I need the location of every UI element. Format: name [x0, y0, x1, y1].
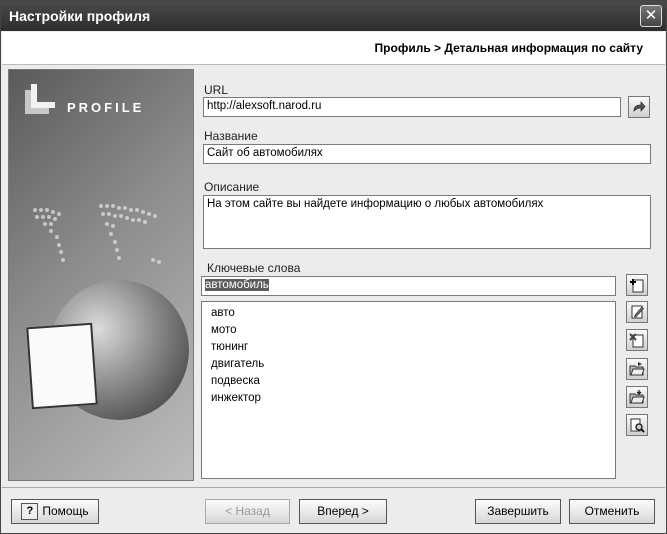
help-icon: ?	[21, 503, 39, 521]
finish-button[interactable]: Завершить	[475, 499, 561, 524]
save-keywords-button[interactable]	[626, 386, 648, 408]
list-item[interactable]: авто	[202, 305, 615, 322]
add-keyword-icon	[630, 279, 644, 293]
breadcrumb: Профиль > Детальная информация по сайту	[374, 41, 643, 55]
title-bar[interactable]: Настройки профиля ✕	[1, 1, 666, 31]
delete-keyword-icon	[629, 333, 644, 348]
keyword-input[interactable]: автомобиль	[201, 276, 616, 296]
next-button[interactable]: Вперед >	[299, 499, 387, 524]
keyword-input-text: автомобиль	[205, 279, 269, 291]
description-label: Описание	[204, 180, 260, 194]
open-folder-icon	[629, 362, 645, 376]
help-label: Помощь	[42, 504, 89, 518]
wizard-header: Профиль > Детальная информация по сайту	[2, 32, 665, 65]
profile-settings-window: Настройки профиля ✕ Профиль > Детальная …	[0, 0, 667, 534]
footer-divider	[2, 487, 665, 488]
notepad-graphic	[26, 322, 98, 410]
keywords-label: Ключевые слова	[207, 261, 301, 275]
close-button[interactable]: ✕	[640, 5, 662, 27]
add-keyword-button[interactable]	[626, 274, 648, 296]
url-label: URL	[204, 83, 229, 97]
edit-keyword-icon	[631, 305, 644, 319]
name-label: Название	[204, 129, 258, 143]
profile-logo-icon	[25, 84, 55, 114]
back-button[interactable]: < Назад	[205, 499, 290, 524]
go-url-button[interactable]	[628, 96, 650, 118]
edit-keyword-button[interactable]	[626, 301, 648, 323]
help-button[interactable]: ? Помощь	[11, 499, 99, 524]
window-title: Настройки профиля	[9, 8, 151, 24]
search-file-icon	[630, 418, 645, 433]
name-field[interactable]: Сайт об автомобилях	[203, 144, 651, 164]
arrow-go-icon	[633, 101, 646, 112]
banner-logo-text: PROFILE	[67, 100, 145, 115]
delete-keyword-button[interactable]	[626, 329, 648, 351]
side-banner: PROFILE	[8, 69, 194, 481]
search-keywords-button[interactable]	[626, 414, 648, 436]
open-keywords-button[interactable]	[626, 358, 648, 380]
list-item[interactable]: инжектор	[202, 390, 615, 407]
save-folder-icon	[629, 390, 645, 404]
list-item[interactable]: подвеска	[202, 373, 615, 390]
description-field[interactable]: На этом сайте вы найдете информацию о лю…	[203, 195, 651, 249]
cancel-button[interactable]: Отменить	[569, 499, 655, 524]
list-item[interactable]: двигатель	[202, 356, 615, 373]
keywords-list[interactable]: авто мото тюнинг двигатель подвеска инже…	[201, 301, 616, 479]
list-item[interactable]: тюнинг	[202, 339, 615, 356]
list-item[interactable]: мото	[202, 322, 615, 339]
url-field[interactable]: http://alexsoft.narod.ru	[203, 97, 621, 117]
